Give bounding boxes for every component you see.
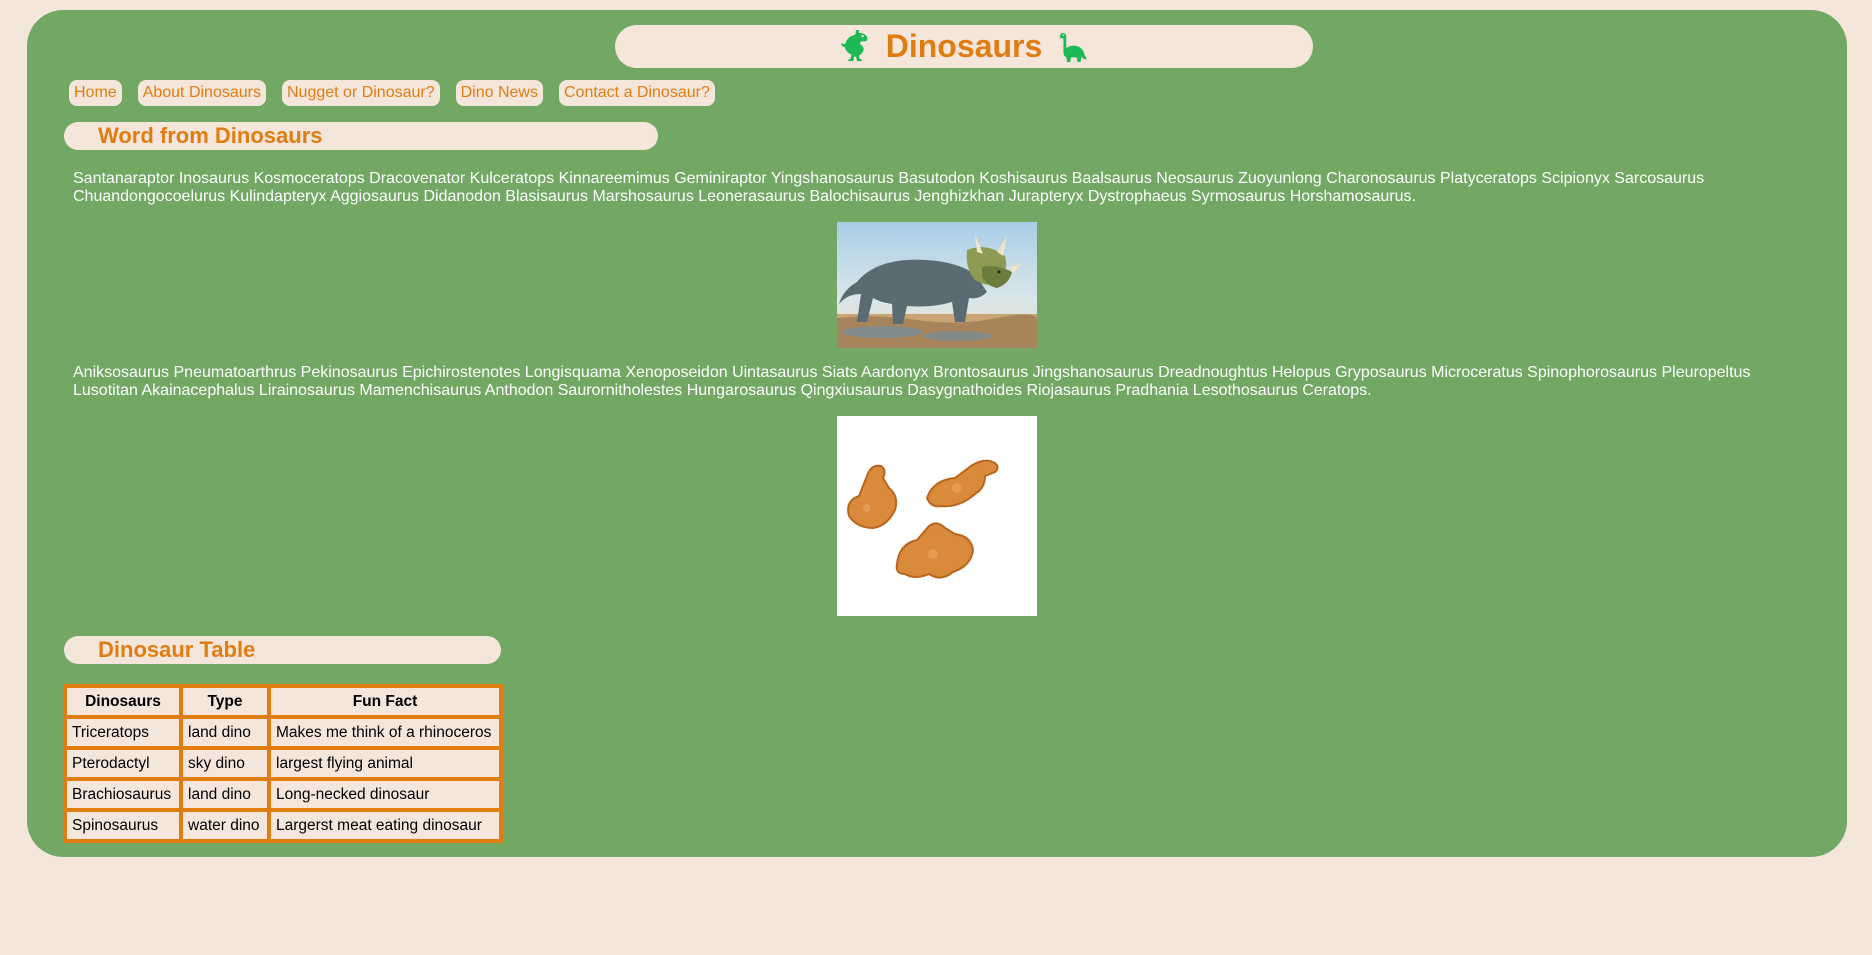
table-row: Spinosaurus water dino Largerst meat eat…: [65, 810, 501, 841]
words-section-heading: Word from Dinosaurs: [64, 122, 658, 150]
nav-contact-dinosaur[interactable]: Contact a Dinosaur?: [558, 80, 715, 106]
dino-nuggets-photo: [837, 416, 1037, 616]
dino-nuggets-image: [837, 416, 1037, 616]
main-nav: Home About Dinosaurs Nugget or Dinosaur?…: [69, 80, 715, 106]
ceratopsian-dinosaur-image: [837, 222, 1037, 348]
cell-type: water dino: [181, 810, 269, 841]
table-row: Pterodactyl sky dino largest flying anim…: [65, 748, 501, 779]
cell-type: sky dino: [181, 748, 269, 779]
page-title: Dinosaurs: [885, 28, 1043, 64]
cell-fun-fact: Makes me think of a rhinoceros: [269, 717, 501, 748]
cell-dinosaur: Brachiosaurus: [65, 779, 181, 810]
cell-dinosaur: Pterodactyl: [65, 748, 181, 779]
nav-home[interactable]: Home: [69, 80, 122, 106]
cell-dinosaur: Spinosaurus: [65, 810, 181, 841]
cell-dinosaur: Triceratops: [65, 717, 181, 748]
nav-nugget-or-dinosaur[interactable]: Nugget or Dinosaur?: [281, 80, 440, 106]
nav-dino-news[interactable]: Dino News: [455, 80, 543, 106]
cell-fun-fact: Long-necked dinosaur: [269, 779, 501, 810]
table-row: Brachiosaurus land dino Long-necked dino…: [65, 779, 501, 810]
column-header-fun-fact: Fun Fact: [269, 686, 501, 717]
words-paragraph-2: Aniksosaurus Pneumatoarthrus Pekinosauru…: [73, 364, 1751, 399]
table-header-row: Dinosaurs Type Fun Fact: [65, 686, 501, 717]
site-header: Dinosaurs: [615, 25, 1313, 68]
cell-type: land dino: [181, 779, 269, 810]
cell-fun-fact: largest flying animal: [269, 748, 501, 779]
column-header-dinosaurs: Dinosaurs: [65, 686, 181, 717]
nav-about-dinosaurs[interactable]: About Dinosaurs: [137, 80, 266, 106]
table-section-heading: Dinosaur Table: [64, 636, 501, 664]
dinosaur-table: Dinosaurs Type Fun Fact Triceratops land…: [63, 684, 503, 843]
cell-type: land dino: [181, 717, 269, 748]
trex-icon: [840, 29, 868, 61]
cell-fun-fact: Largerst meat eating dinosaur: [269, 810, 501, 841]
main-panel: Dinosaurs Home About Dinosaurs Nugget or…: [27, 10, 1847, 857]
column-header-type: Type: [181, 686, 269, 717]
words-paragraph-1: Santanaraptor Inosaurus Kosmoceratops Dr…: [73, 170, 1705, 205]
sauropod-icon: [1059, 32, 1088, 62]
table-row: Triceratops land dino Makes me think of …: [65, 717, 501, 748]
ceratopsian-dinosaur-photo: [837, 222, 1037, 348]
